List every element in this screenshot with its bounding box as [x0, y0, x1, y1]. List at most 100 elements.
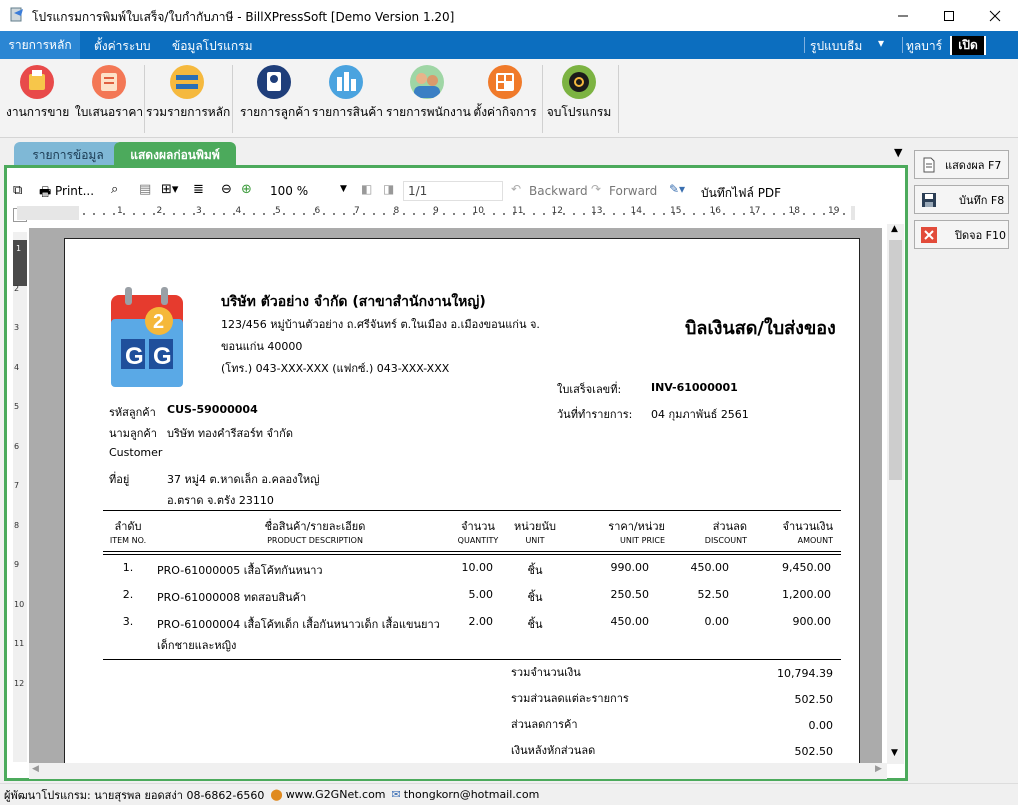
prev-page-icon[interactable]: ◨: [383, 182, 394, 196]
ribbon-tab-bar: รายการหลัก ตั้งค่าระบบ ข้อมูลโปรแกรม รูป…: [0, 31, 1018, 59]
product-label: รายการสินค้า: [312, 105, 383, 119]
horizontal-ruler: 1 2 3 4 5 6 7 8 9 10 11 12 13 14 15 16 17 18 19: [17, 206, 855, 220]
close-screen-button[interactable]: ปิดจอ F10: [914, 220, 1009, 249]
vertical-ruler: 1 2 3 4 5 6 7 8 9 10 11 12: [13, 232, 27, 762]
website-link[interactable]: www.G2GNet.com: [286, 788, 386, 801]
divider: [542, 65, 543, 133]
svg-text:G: G: [125, 343, 144, 370]
merge-button[interactable]: รวมรายการหลัก: [146, 63, 230, 125]
page-setup-icon[interactable]: ▤: [139, 182, 151, 197]
save-button-label: บันทึก F8: [959, 193, 1005, 207]
svg-text:G: G: [153, 343, 172, 370]
minimize-button[interactable]: [880, 0, 926, 31]
show-button[interactable]: แสดงผล F7: [914, 150, 1009, 179]
close-window-button[interactable]: [972, 0, 1018, 31]
scroll-left-icon[interactable]: ◀: [32, 764, 39, 774]
cell-discount: 0.00: [704, 615, 730, 628]
quotation-button[interactable]: ใบเสนอราคา: [72, 63, 146, 125]
total-value: 502.50: [794, 745, 834, 758]
receipt-no: INV-61000001: [651, 381, 738, 394]
customer-name-label: นามลูกค้า: [109, 427, 157, 440]
zoom-out-icon[interactable]: ⊖: [221, 182, 232, 197]
save-button[interactable]: บันทึก F8: [914, 185, 1009, 214]
customer-code: CUS-59000004: [167, 403, 258, 416]
divider: [232, 65, 233, 133]
maximize-button[interactable]: [926, 0, 972, 31]
vertical-ruler-number: 7: [14, 481, 20, 490]
vertical-scrollbar[interactable]: ▲ ▼: [887, 224, 904, 764]
cell-unit: ชิ้น: [527, 618, 543, 631]
column-header-th: ส่วนลด: [712, 520, 747, 533]
save-pdf-button[interactable]: บันทึกไฟล์ PDF: [701, 184, 781, 203]
scroll-down-icon[interactable]: ▼: [891, 748, 898, 758]
multiple-pages-icon[interactable]: ⊞▾: [161, 182, 178, 197]
company-logo: 2 G G: [111, 287, 183, 387]
column-header-en: QUANTITY: [457, 536, 499, 545]
page-layout-icon[interactable]: ≣: [193, 182, 204, 197]
tab-home[interactable]: รายการหลัก: [0, 31, 80, 59]
invoice-page: 2 G G บริษัท ตัวอย่าง จำกัด (สาขาสำนักงา…: [64, 238, 860, 763]
cell-amount: 9,450.00: [782, 561, 831, 574]
forward-icon[interactable]: ↷: [591, 182, 601, 196]
printer-icon[interactable]: 🖶: [39, 183, 51, 205]
vertical-ruler-number: 3: [14, 323, 20, 332]
developer-info: ผู้พัฒนาโปรแกรม: นายสุรพล ยอดสง่า 08-686…: [4, 788, 265, 802]
copy-icon[interactable]: ⧉: [13, 183, 22, 198]
business-settings-icon: [488, 65, 522, 99]
cell-desc: PRO-61000008 ทดสอบสินค้า: [157, 591, 307, 604]
vertical-ruler-number: 6: [14, 441, 20, 451]
tab-program-info[interactable]: ข้อมูลโปรแกรม: [172, 37, 253, 56]
export-pdf-icon[interactable]: ✎▾: [669, 182, 685, 196]
scroll-thumb[interactable]: [889, 240, 902, 480]
customer-list-button[interactable]: รายการลูกค้า: [240, 63, 311, 125]
email-link[interactable]: thongkorn@hotmail.com: [404, 788, 540, 801]
scroll-right-icon[interactable]: ▶: [875, 764, 882, 774]
forward-button[interactable]: Forward: [609, 184, 657, 198]
app-logo-icon: [10, 7, 23, 22]
column-header-th: หน่วยนับ: [514, 520, 556, 533]
cell-desc: PRO-61000004 เสื้อโค้ทเด็ก เสื้อกันหนาวเ…: [157, 618, 440, 631]
sales-button[interactable]: งานการขาย: [6, 63, 69, 125]
divider: [618, 65, 619, 133]
toolbar-toggle[interactable]: เปิด: [950, 36, 986, 55]
minimize-icon: [898, 15, 908, 16]
exit-program-button[interactable]: จบโปรแกรม: [546, 63, 612, 125]
company-name: บริษัท ตัวอย่าง จำกัด (สาขาสำนักงานใหญ่): [221, 294, 486, 310]
table-top-rule: [103, 510, 841, 511]
find-icon[interactable]: ⌕: [111, 182, 118, 197]
company-address-line1: 123/456 หมู่บ้านตัวอย่าง ถ.ศรีจันทร์ ต.ใ…: [221, 318, 540, 331]
tab-settings[interactable]: ตั้งค่าระบบ: [94, 37, 151, 56]
cell-no: 1.: [122, 561, 134, 574]
table-header-rule-2: [103, 554, 841, 555]
theme-menu[interactable]: รูปแบบธีม: [810, 37, 862, 56]
document-title: บิลเงินสด/ใบส่งของ: [685, 318, 836, 339]
zoom-select[interactable]: 100 % ▼: [265, 181, 351, 201]
date-label: วันที่ทำรายการ:: [557, 408, 633, 421]
customer-label: รายการลูกค้า: [240, 105, 311, 119]
product-list-button[interactable]: รายการสินค้า: [312, 63, 383, 125]
cell-desc: PRO-61000005 เสื้อโค้ทกันหนาว: [157, 564, 323, 577]
vertical-ruler-number: 2: [14, 283, 20, 293]
company-phone: (โทร.) 043-XXX-XXX (แฟกซ์.) 043-XXX-XXX: [221, 362, 450, 375]
cell-amount: 1,200.00: [782, 588, 831, 601]
zoom-in-icon[interactable]: ⊕: [241, 182, 252, 197]
business-settings-button[interactable]: ตั้งค่ากิจการ: [472, 63, 538, 125]
employee-list-button[interactable]: รายการพนักงาน: [386, 63, 471, 125]
first-page-icon[interactable]: ◧: [361, 182, 372, 196]
tab-data-list-label: รายการข้อมูล: [32, 147, 104, 162]
print-button[interactable]: Print...: [55, 184, 94, 198]
vertical-ruler-number: 9: [14, 560, 20, 569]
tab-list-dropdown-icon[interactable]: ▼: [894, 146, 902, 159]
scroll-up-icon[interactable]: ▲: [891, 224, 898, 234]
customer-name: บริษัท ทองคำรีสอร์ท จำกัด: [167, 427, 293, 440]
app-window: โปรแกรมการพิมพ์ใบเสร็จ/ใบกำกับภาษี - Bil…: [0, 0, 1018, 805]
vertical-ruler-number: 5: [14, 402, 20, 411]
cell-price: 450.00: [610, 615, 650, 628]
column-header-th: ราคา/หน่วย: [608, 520, 665, 533]
floppy-disk-icon: [922, 192, 936, 207]
backward-button[interactable]: Backward: [529, 184, 588, 198]
horizontal-scrollbar[interactable]: ◀ ▶: [29, 763, 887, 779]
chevron-down-icon[interactable]: ▾: [878, 36, 884, 50]
page-number-field[interactable]: 1/1: [403, 181, 503, 201]
backward-icon[interactable]: ↶: [511, 182, 521, 196]
